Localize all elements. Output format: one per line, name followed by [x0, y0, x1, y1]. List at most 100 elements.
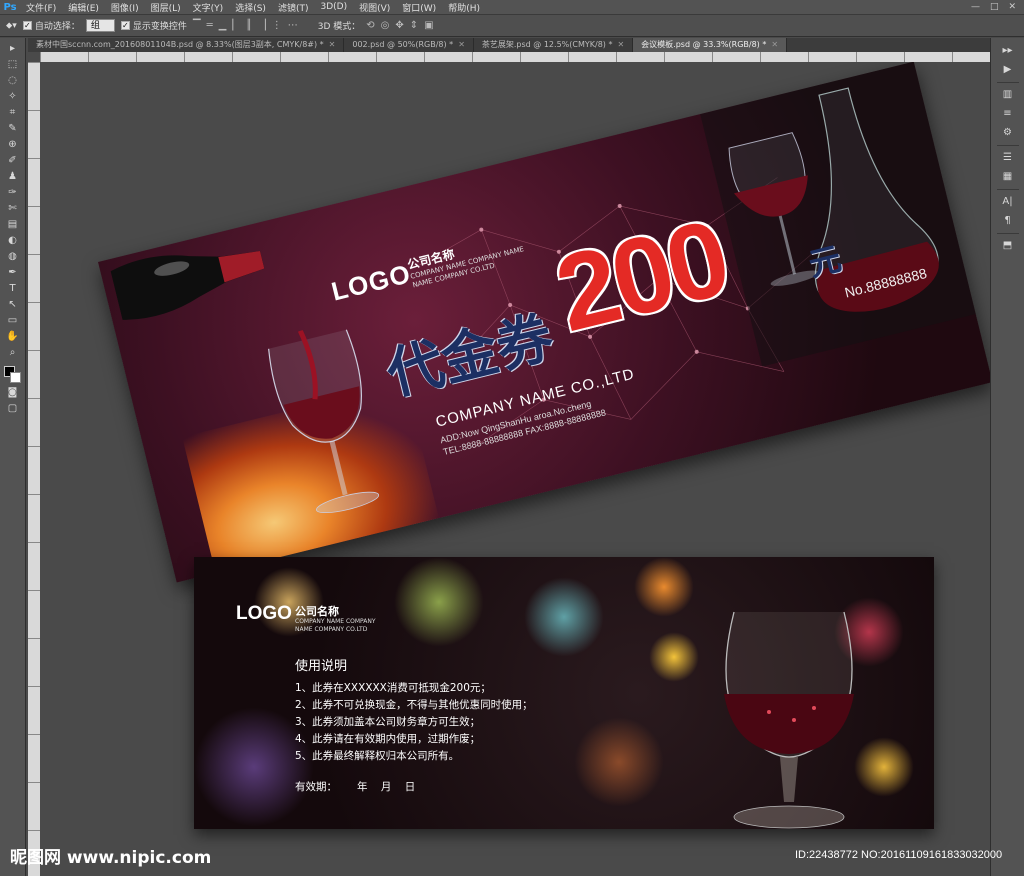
rule-item: 2、此券不可兑换现金，不得与其他优惠同时使用； [295, 699, 533, 711]
bokeh-light [649, 632, 699, 682]
brush-tool-icon[interactable]: ✐ [4, 154, 22, 168]
photoshop-logo-icon[interactable]: Ps [0, 2, 20, 13]
tab-doc-3[interactable]: 茶艺展架.psd @ 12.5%(CMYK/8) * ✕ [474, 38, 634, 52]
path-select-tool-icon[interactable]: ↖ [4, 298, 22, 312]
distribute-icon: ⋮ [271, 20, 282, 31]
close-tab-icon: ✕ [328, 40, 336, 49]
menu-file[interactable]: 文件(F) [20, 1, 62, 14]
align-bottom-icon: ▁ [218, 20, 227, 31]
pan-icon: ✥ [395, 20, 404, 31]
eyedropper-tool-icon[interactable]: ✎ [4, 122, 22, 136]
blur-tool-icon[interactable]: ◐ [4, 234, 22, 248]
quick-select-tool-icon[interactable]: ✧ [4, 90, 22, 104]
marquee-tool-icon[interactable]: ⬚ [4, 58, 22, 72]
background-color-swatch[interactable] [9, 372, 21, 383]
auto-select-dropdown[interactable]: 组 [85, 19, 115, 32]
maximize-icon[interactable]: □ [990, 2, 999, 12]
bokeh-light [524, 577, 604, 657]
menu-image[interactable]: 图像(I) [105, 1, 145, 14]
show-transform-checkbox[interactable]: ✓ 显示变换控件 [120, 19, 187, 32]
horizontal-ruler[interactable] [40, 52, 990, 62]
move-tool-icon[interactable]: ⬥▾ [6, 21, 17, 31]
menu-type[interactable]: 文字(Y) [187, 1, 230, 14]
vertical-ruler[interactable] [28, 62, 40, 876]
menu-edit[interactable]: 编辑(E) [62, 1, 105, 14]
stamp-tool-icon[interactable]: ♟ [4, 170, 22, 184]
wine-bottle-image [110, 251, 265, 320]
menu-window[interactable]: 窗口(W) [396, 1, 442, 14]
pen-tool-icon[interactable]: ✒ [4, 266, 22, 280]
align-center-icon: ║ [246, 20, 253, 31]
menu-3d[interactable]: 3D(D) [314, 2, 353, 12]
properties-icon[interactable]: ≡ [999, 107, 1017, 121]
channels-icon[interactable]: ▦ [999, 170, 1017, 184]
auto-select-checkbox[interactable]: ✓ 自动选择： [22, 19, 80, 32]
3d-mode-buttons[interactable]: ⟲ ◎ ✥ ⇕ ▣ [366, 20, 433, 31]
voucher-back: LOGO 公司名称 COMPANY NAME COMPANY NAME COMP… [194, 557, 934, 829]
menu-help[interactable]: 帮助(H) [442, 1, 486, 14]
3d-mode-label: 3D 模式： [317, 22, 361, 32]
lasso-tool-icon[interactable]: ◌ [4, 74, 22, 88]
zoom-tool-icon[interactable]: ⌕ [4, 346, 22, 360]
back-company-en-line1: COMPANY NAME COMPANY [295, 618, 376, 625]
minimize-icon[interactable]: — [971, 2, 980, 12]
tab-doc-4[interactable]: 会议模板.psd @ 33.3%(RGB/8) * ✕ [633, 38, 788, 52]
divider [996, 145, 1019, 146]
type-tool-icon[interactable]: T [4, 282, 22, 296]
divider [996, 189, 1019, 190]
align-buttons[interactable]: ▔ ═ ▁ ▏ ║ ▕ ⋮ ⋯ [193, 20, 298, 31]
tab-doc-2[interactable]: 002.psd @ 50%(RGB/8) * ✕ [344, 38, 474, 52]
roll-icon: ◎ [380, 20, 390, 31]
color-swatches[interactable] [3, 366, 22, 384]
collapse-panels-icon[interactable]: ▸▸ [999, 44, 1017, 58]
paragraph-icon[interactable]: ¶ [999, 214, 1017, 228]
layers-icon[interactable]: ☰ [999, 151, 1017, 165]
adjustments-icon[interactable]: ⚙ [999, 126, 1017, 140]
watermark-site: 昵图网 www.nipic.com [10, 848, 212, 868]
menu-filter[interactable]: 滤镜(T) [272, 1, 315, 14]
back-company-en-line2: NAME COMPANY CO.LTD [295, 626, 368, 633]
actions-icon[interactable]: ▶ [999, 63, 1017, 77]
move-tool-icon[interactable]: ▸ [4, 42, 22, 56]
eraser-tool-icon[interactable]: ✄ [4, 202, 22, 216]
screen-mode-icon[interactable]: ▢ [4, 402, 22, 416]
dodge-tool-icon[interactable]: ◍ [4, 250, 22, 264]
close-tab-icon: ✕ [458, 40, 465, 49]
close-tab-icon: ✕ [771, 40, 779, 49]
3d-icon[interactable]: ⬒ [999, 239, 1017, 253]
window-controls: — □ ✕ [971, 2, 1024, 12]
align-top-icon: ▔ [192, 20, 201, 31]
menu-view[interactable]: 视图(V) [353, 1, 396, 14]
document-tabs: 素材中国sccnn.com_20160801104B.psd @ 8.33%(图… [28, 38, 990, 52]
rule-item: 3、此券须加盖本公司财务章方可生效； [295, 716, 481, 728]
panel-dock: ▸▸ ▶ ▥ ≡ ⚙ ☰ ▦ A| ¶ ⬒ [990, 38, 1024, 876]
close-tab-icon: ✕ [617, 40, 625, 49]
align-right-icon: ▕ [258, 20, 266, 31]
rule-item: 5、此券最终解释权归本公司所有。 [295, 750, 460, 762]
watermark-id: ID:22438772 NO:20161109161833032000 [795, 849, 1003, 861]
front-logo: LOGO [328, 258, 414, 307]
rule-item: 4、此券请在有效期内使用，过期作废； [295, 733, 481, 745]
quick-mask-icon[interactable]: ◙ [4, 386, 22, 400]
hand-tool-icon[interactable]: ✋ [4, 330, 22, 344]
document-canvas[interactable]: LOGO 公司名称 COMPANY NAME COMPANY NAME NAME… [40, 62, 990, 876]
divider [996, 233, 1019, 234]
tab-doc-1[interactable]: 素材中国sccnn.com_20160801104B.psd @ 8.33%(图… [28, 38, 345, 52]
menu-select[interactable]: 选择(S) [229, 1, 272, 14]
menu-layer[interactable]: 图层(L) [145, 1, 187, 14]
align-left-icon: ▏ [232, 20, 241, 31]
history-icon[interactable]: ▥ [999, 88, 1017, 102]
validity-line: 有效期： 年 月 日 [295, 781, 416, 793]
tools-panel: ▸ ⬚ ◌ ✧ ⌗ ✎ ⊕ ✐ ♟ ✑ ✄ ▤ ◐ ◍ ✒ T ↖ ▭ ✋ ⌕ … [0, 38, 26, 876]
crop-tool-icon[interactable]: ⌗ [4, 106, 22, 120]
gradient-tool-icon[interactable]: ▤ [4, 218, 22, 232]
history-brush-tool-icon[interactable]: ✑ [4, 186, 22, 200]
back-logo: LOGO [236, 603, 292, 624]
back-company-cn: 公司名称 [295, 605, 339, 618]
character-icon[interactable]: A| [999, 195, 1017, 209]
rule-item: 1、此券在XXXXXX消费可抵现金200元； [295, 682, 491, 694]
shape-tool-icon[interactable]: ▭ [4, 314, 22, 328]
bokeh-light [574, 717, 664, 807]
healing-tool-icon[interactable]: ⊕ [4, 138, 22, 152]
close-icon[interactable]: ✕ [1008, 2, 1016, 12]
